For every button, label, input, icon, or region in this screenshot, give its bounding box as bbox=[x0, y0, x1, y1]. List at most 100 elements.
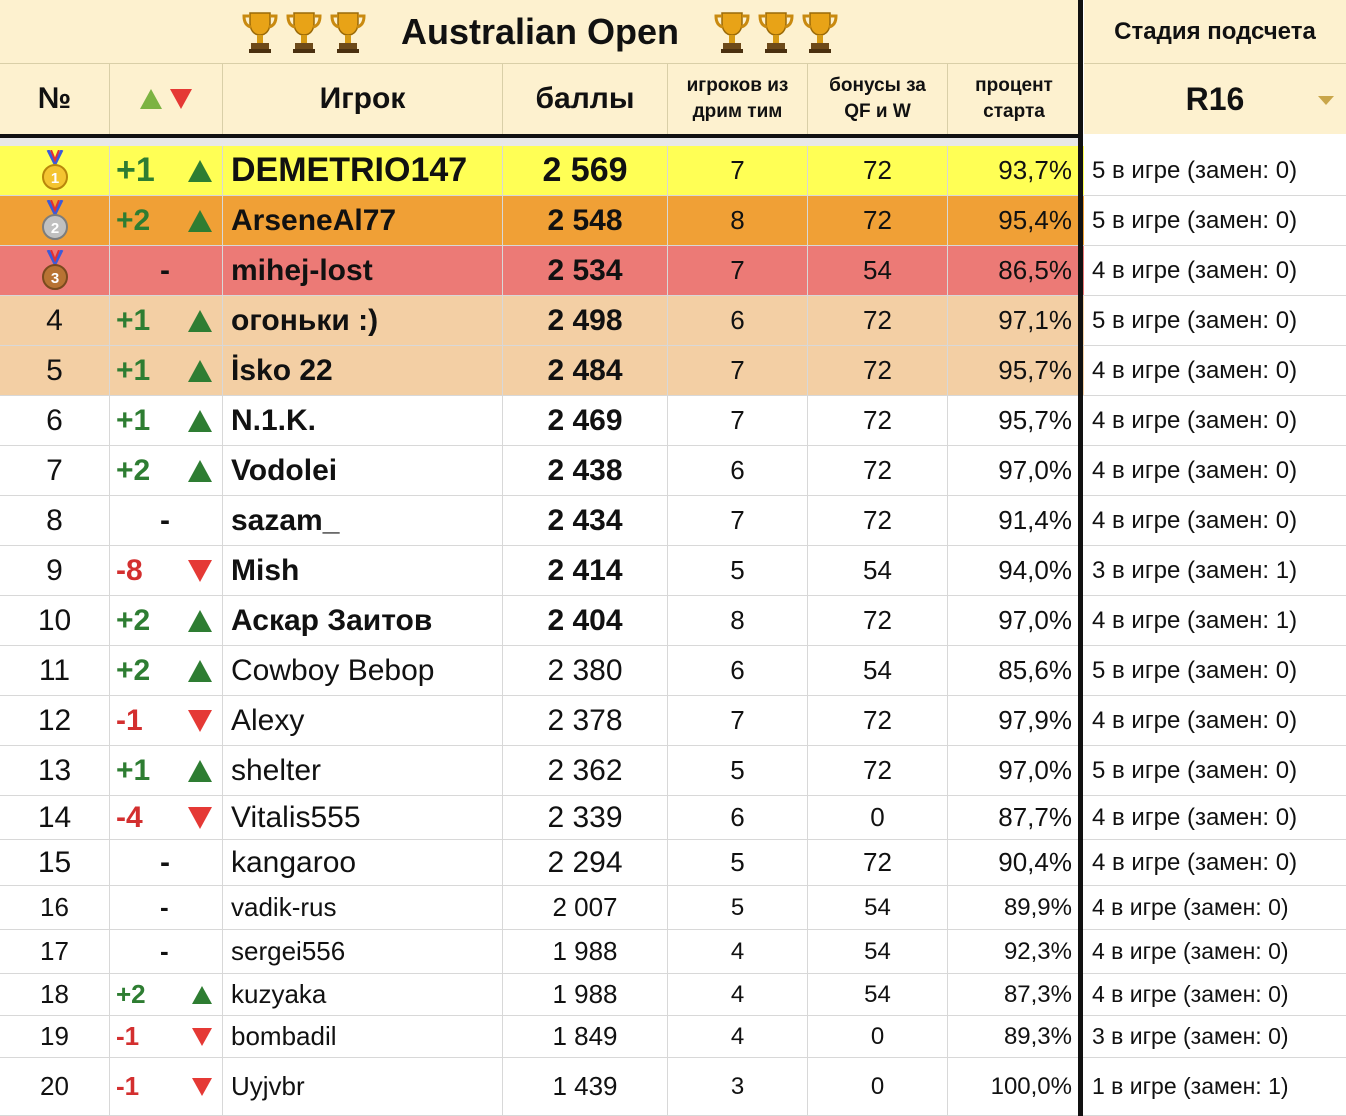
bonus-value-text: 0 bbox=[870, 1072, 885, 1100]
bonus-value-text: 54 bbox=[864, 980, 891, 1008]
status-text-text: 4 в игре (замен: 0) bbox=[1092, 981, 1289, 1007]
leaderboard-sheet: Australian Open Стадия подсчета № Игрок … bbox=[0, 0, 1346, 1116]
rank-cell: 5 bbox=[0, 346, 110, 395]
change-cell: -1 bbox=[110, 696, 223, 745]
status-text: 4 в игре (замен: 0) bbox=[1084, 346, 1346, 395]
column-header-points: баллы bbox=[503, 64, 668, 134]
change-cell: - bbox=[110, 496, 223, 545]
dream-team-count-text: 7 bbox=[730, 705, 745, 735]
bonus-value-text: 54 bbox=[863, 555, 892, 585]
dream-team-count: 6 bbox=[668, 796, 808, 839]
rank-change: +2 bbox=[116, 603, 151, 637]
player-name-text: Alexy bbox=[231, 703, 305, 737]
start-percent-text: 89,9% bbox=[1003, 893, 1072, 921]
bonus-value: 72 bbox=[808, 696, 948, 745]
medal-icon: 1 bbox=[40, 148, 70, 192]
bonus-value-text: 72 bbox=[863, 847, 892, 877]
table-row: 10 +2 Аскар Заитов 2 404 8 72 97,0% 4 в игре (з… bbox=[0, 596, 1346, 646]
dropdown-arrow-icon[interactable] bbox=[1318, 96, 1334, 105]
bonus-value-text: 0 bbox=[870, 1022, 885, 1050]
status-text-text: 3 в игре (замен: 0) bbox=[1092, 1023, 1289, 1049]
change-cell: -8 bbox=[110, 546, 223, 595]
table-row: 2 +2 ArseneAl77 2 548 8 72 95,4% 5 в игре (заме… bbox=[0, 196, 1346, 246]
dream-team-count-text: 7 bbox=[730, 405, 745, 435]
rank-number: 17 bbox=[40, 936, 69, 966]
start-percent: 89,3% bbox=[948, 1016, 1080, 1057]
start-percent: 94,0% bbox=[948, 546, 1080, 595]
dream-team-count: 5 bbox=[668, 746, 808, 795]
bonus-value: 72 bbox=[808, 496, 948, 545]
table-row: 4 +1 огоньки :) 2 498 6 72 97,1% 5 в игре (заме… bbox=[0, 296, 1346, 346]
status-text: 4 в игре (замен: 0) bbox=[1084, 696, 1346, 745]
arrow-up-icon bbox=[188, 409, 212, 432]
player-name-text: vadik-rus bbox=[231, 892, 337, 922]
stage-select[interactable]: R16 bbox=[1084, 64, 1346, 134]
change-cell: - bbox=[110, 246, 223, 295]
bonus-value: 0 bbox=[808, 796, 948, 839]
points-text: 2 498 bbox=[547, 303, 623, 337]
rank-number: 19 bbox=[40, 1021, 69, 1051]
points: 2 380 bbox=[503, 646, 668, 695]
trophy-icon bbox=[757, 10, 795, 54]
points-text: 1 988 bbox=[552, 979, 618, 1009]
medal-number: 1 bbox=[50, 170, 58, 187]
trophy-icon bbox=[713, 10, 751, 54]
table-row: 15 - kangaroo 2 294 5 72 90,4% 4 в игре (замен:… bbox=[0, 840, 1346, 886]
bonus-value: 0 bbox=[808, 1058, 948, 1115]
status-text: 5 в игре (замен: 0) bbox=[1084, 146, 1346, 195]
trophy-icon bbox=[241, 10, 279, 54]
points: 1 988 bbox=[503, 930, 668, 973]
status-text: 5 в игре (замен: 0) bbox=[1084, 196, 1346, 245]
points-text: 2 007 bbox=[552, 892, 618, 922]
points: 2 362 bbox=[503, 746, 668, 795]
page-title: Australian Open bbox=[400, 10, 680, 52]
column-header-dream-team: игроков из дрим тим bbox=[668, 64, 808, 134]
arrow-up-icon bbox=[188, 209, 212, 232]
points-text: 2 378 bbox=[547, 703, 623, 737]
start-percent-text: 97,0% bbox=[998, 455, 1072, 485]
column-header-bonus: бонусы за QF и W bbox=[808, 64, 948, 134]
status-text-text: 5 в игре (замен: 0) bbox=[1092, 206, 1298, 234]
bonus-value: 72 bbox=[808, 346, 948, 395]
start-percent-text: 95,7% bbox=[998, 405, 1072, 435]
bonus-value-text: 72 bbox=[863, 155, 892, 185]
medal-number: 2 bbox=[50, 220, 58, 237]
dream-team-count: 6 bbox=[668, 446, 808, 495]
table-row: 17 - sergei556 1 988 4 54 92,3% 4 в игре (замен… bbox=[0, 930, 1346, 974]
status-text-text: 1 в игре (замен: 1) bbox=[1092, 1073, 1289, 1099]
dream-team-count-text: 4 bbox=[730, 937, 745, 965]
rank-number: 14 bbox=[37, 800, 72, 834]
player-name: kangaroo bbox=[223, 840, 503, 885]
table-row: 14 -4 Vitalis555 2 339 6 0 87,7% 4 в игре (заме… bbox=[0, 796, 1346, 840]
bonus-value-text: 72 bbox=[863, 355, 892, 385]
player-name: ArseneAl77 bbox=[223, 196, 503, 245]
start-percent: 97,0% bbox=[948, 596, 1080, 645]
rank-number: 20 bbox=[40, 1071, 69, 1101]
player-name: bombadil bbox=[223, 1016, 503, 1057]
trophy-icon bbox=[801, 10, 839, 54]
change-cell: - bbox=[110, 930, 223, 973]
medal-icon: 2 bbox=[40, 198, 70, 242]
player-name: Vitalis555 bbox=[223, 796, 503, 839]
start-percent: 93,7% bbox=[948, 146, 1080, 195]
status-text: 4 в игре (замен: 0) bbox=[1084, 246, 1346, 295]
dream-team-count-text: 6 bbox=[730, 455, 745, 485]
status-text: 4 в игре (замен: 0) bbox=[1084, 446, 1346, 495]
dream-team-count-text: 7 bbox=[730, 255, 745, 285]
start-percent-text: 87,7% bbox=[998, 802, 1072, 832]
points: 2 438 bbox=[503, 446, 668, 495]
change-cell: - bbox=[110, 840, 223, 885]
player-name: Alexy bbox=[223, 696, 503, 745]
status-text-text: 4 в игре (замен: 0) bbox=[1092, 894, 1289, 920]
change-cell: +2 bbox=[110, 446, 223, 495]
player-name-text: Vitalis555 bbox=[231, 800, 361, 834]
start-percent: 86,5% bbox=[948, 246, 1080, 295]
player-name-text: sergei556 bbox=[231, 936, 346, 966]
points-text: 2 339 bbox=[547, 800, 623, 834]
player-name: sergei556 bbox=[223, 930, 503, 973]
points: 2 007 bbox=[503, 886, 668, 929]
status-text: 3 в игре (замен: 0) bbox=[1084, 1016, 1346, 1057]
start-percent-text: 93,7% bbox=[998, 155, 1072, 185]
dream-team-count: 4 bbox=[668, 974, 808, 1015]
dream-team-count-text: 8 bbox=[730, 605, 745, 635]
